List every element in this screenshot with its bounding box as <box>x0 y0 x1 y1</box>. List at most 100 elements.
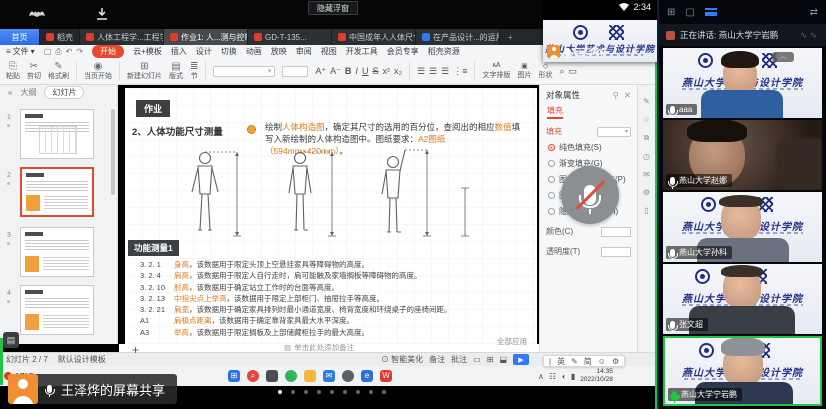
close-pane-icon[interactable]: ✕ <box>624 90 631 101</box>
volume-icon[interactable]: ◖ <box>561 372 566 381</box>
swap-view-icon[interactable]: ⇄ <box>810 7 818 18</box>
transparency-stepper[interactable] <box>601 247 631 257</box>
italic-button[interactable]: I <box>355 66 358 76</box>
file-menu[interactable]: ≡文件▾ <box>6 46 35 57</box>
font-shrink-icon[interactable]: A⁻ <box>330 66 341 77</box>
radio-solid-fill[interactable]: 纯色填充(S) <box>548 142 637 153</box>
menu-transition[interactable]: 切换 <box>221 46 237 57</box>
mute-mic-floating-button[interactable] <box>561 166 619 224</box>
comments-toggle[interactable]: 批注 <box>451 354 467 365</box>
ime-settings-icon[interactable]: ⚙ <box>612 357 619 366</box>
menu-review[interactable]: 审阅 <box>296 46 312 57</box>
cut-button[interactable]: ✂剪切 <box>27 61 41 82</box>
all-apps-label[interactable]: 全部应用 <box>497 336 527 347</box>
select-pane-icon[interactable]: ▭ <box>569 66 578 77</box>
underline-button[interactable]: U <box>362 66 369 76</box>
download-icon[interactable] <box>96 7 108 21</box>
raise-hand-icons[interactable]: ∿∿ <box>800 30 819 41</box>
mail-icon[interactable]: ✉ <box>643 170 650 179</box>
superscript-button[interactable]: x² <box>382 66 390 76</box>
bullet-list-icon[interactable]: ⋮≡ <box>453 66 467 77</box>
copy-icon[interactable]: ⧉ <box>644 133 650 143</box>
dingtalk-icon[interactable] <box>342 370 354 382</box>
battery-icon[interactable]: ▮ <box>571 372 575 381</box>
menu-cloud-template[interactable]: 云+模板 <box>133 46 162 57</box>
fullscreen-icon[interactable]: ▢ <box>685 7 694 18</box>
start-menu-icon[interactable]: ⊞ <box>228 370 240 382</box>
align-left-icon[interactable]: ☰ <box>417 66 425 77</box>
bold-button[interactable]: B <box>345 66 352 76</box>
tab-doc-3[interactable]: GD-T-135... <box>248 29 332 45</box>
tab-home[interactable]: 首页 <box>0 29 40 45</box>
beautify-button[interactable]: ⊙ 智能美化 <box>381 354 423 365</box>
format-painter-button[interactable]: ✎格式刷 <box>48 61 69 82</box>
tab-doc-1[interactable]: 人体工程学...工程学基础 <box>80 29 164 45</box>
slide-thumbnail-1[interactable] <box>20 109 94 159</box>
slideshow-play-button[interactable]: ▶ <box>513 354 529 365</box>
ime-emoji-icon[interactable]: ☺ <box>598 357 606 366</box>
section-button[interactable]: ≣节 <box>190 61 198 82</box>
wechat-icon[interactable] <box>285 370 297 382</box>
menu-start-tab[interactable]: 开始 <box>92 45 124 58</box>
font-grow-icon[interactable]: A⁺ <box>315 66 326 77</box>
new-slide-button[interactable]: ⊞新建幻灯片 <box>127 61 162 82</box>
find-icon[interactable]: ⌕ <box>559 66 564 77</box>
undo-icon[interactable]: ↶ <box>66 47 73 57</box>
panel-icon[interactable]: ▯ <box>644 206 648 215</box>
ime-pen-icon[interactable]: ✎ <box>571 357 578 366</box>
gear-icon[interactable]: ⚙ <box>643 188 650 197</box>
menu-icon[interactable] <box>705 8 717 16</box>
slide-thumbnail-4[interactable] <box>20 285 94 335</box>
participant-tile-5-speaking[interactable]: 燕山大学艺术与设计学院 燕山大学宁岩鹏 <box>663 336 822 406</box>
participant-tile-1[interactable]: 燕山大学艺术与设计学院 ︿ aaa <box>663 48 822 118</box>
tray-expand-icon[interactable]: ∧ <box>538 372 544 381</box>
play-current-button[interactable]: ◉当页开始 <box>84 61 112 82</box>
tab-doc-4[interactable]: 中国成年人人体尺寸.pdf <box>332 29 416 45</box>
mail-app-icon[interactable]: ✉ <box>323 370 335 382</box>
hide-float-window-pill[interactable]: 隐藏浮窗 <box>308 1 358 15</box>
ie-browser-icon[interactable]: e <box>361 370 373 382</box>
tab-doc-2-active[interactable]: 作业1: 人...测与控制× <box>164 29 248 45</box>
paste-button[interactable]: ⎘粘贴 <box>6 61 20 82</box>
participant-tile-3[interactable]: 燕山大学艺术与设计学院 燕山大学孙科 <box>663 192 822 262</box>
file-explorer-icon[interactable] <box>304 370 316 382</box>
picture-dropdown[interactable]: ▣图片 <box>517 62 531 80</box>
redo-icon[interactable]: ↷ <box>76 47 83 57</box>
collapse-tile-icon[interactable]: ︿ <box>772 52 794 62</box>
participant-tile-4[interactable]: 燕山大学艺术与设计学院 张文超 <box>663 264 822 334</box>
menu-slideshow[interactable]: 放映 <box>271 46 287 57</box>
font-family-select[interactable]: ▾ <box>213 66 275 77</box>
collapse-panel-icon[interactable]: « <box>8 88 12 97</box>
align-right-icon[interactable]: ☰ <box>441 66 449 77</box>
color-swatch[interactable] <box>601 227 631 237</box>
participant-tile-2[interactable]: 燕山大学赵娜 <box>663 120 822 190</box>
slide-thumbnail-3[interactable] <box>20 227 94 277</box>
fill-tab[interactable]: 填充 <box>547 105 563 119</box>
ime-simplified-toggle[interactable]: 简 <box>584 356 592 367</box>
save-icon[interactable]: ▢ <box>44 47 52 57</box>
shape-dropdown[interactable]: ◇形状 <box>538 62 552 80</box>
tab-doc-5[interactable]: 在产品设计...的运用 <box>416 29 500 45</box>
layout-button[interactable]: ▤版式 <box>169 61 183 82</box>
menu-devtools[interactable]: 开发工具 <box>346 46 378 57</box>
template-name[interactable]: 默认设计模板 <box>58 354 106 365</box>
menu-design[interactable]: 设计 <box>196 46 212 57</box>
strikethrough-button[interactable]: S <box>372 66 378 76</box>
menu-member[interactable]: 会员专享 <box>387 46 419 57</box>
menu-insert[interactable]: 插入 <box>171 46 187 57</box>
wps-app-icon[interactable]: W <box>380 370 392 382</box>
edit-icon[interactable]: ✎ <box>643 97 650 106</box>
subscript-button[interactable]: x₂ <box>394 66 402 76</box>
print-icon[interactable]: ⎙ <box>55 47 61 57</box>
floating-presenter-window[interactable]: 2:34 燕山大学艺术与设计学院 王泽烨 <box>543 0 657 62</box>
align-center-icon[interactable]: ☰ <box>429 66 437 77</box>
font-size-select[interactable] <box>282 66 308 77</box>
tab-docer[interactable]: 稻壳 <box>40 29 80 45</box>
clock-icon[interactable]: ◷ <box>643 152 650 161</box>
fill-preset-select[interactable]: ▾ <box>597 127 631 137</box>
grid-view-button[interactable]: ▤ <box>3 332 19 348</box>
new-tab-button[interactable]: + <box>500 29 521 45</box>
view-reading-icon[interactable]: ⬓ <box>499 355 507 364</box>
folder-dark-icon[interactable] <box>266 370 278 382</box>
view-sorter-icon[interactable]: ⊞ <box>487 355 494 364</box>
